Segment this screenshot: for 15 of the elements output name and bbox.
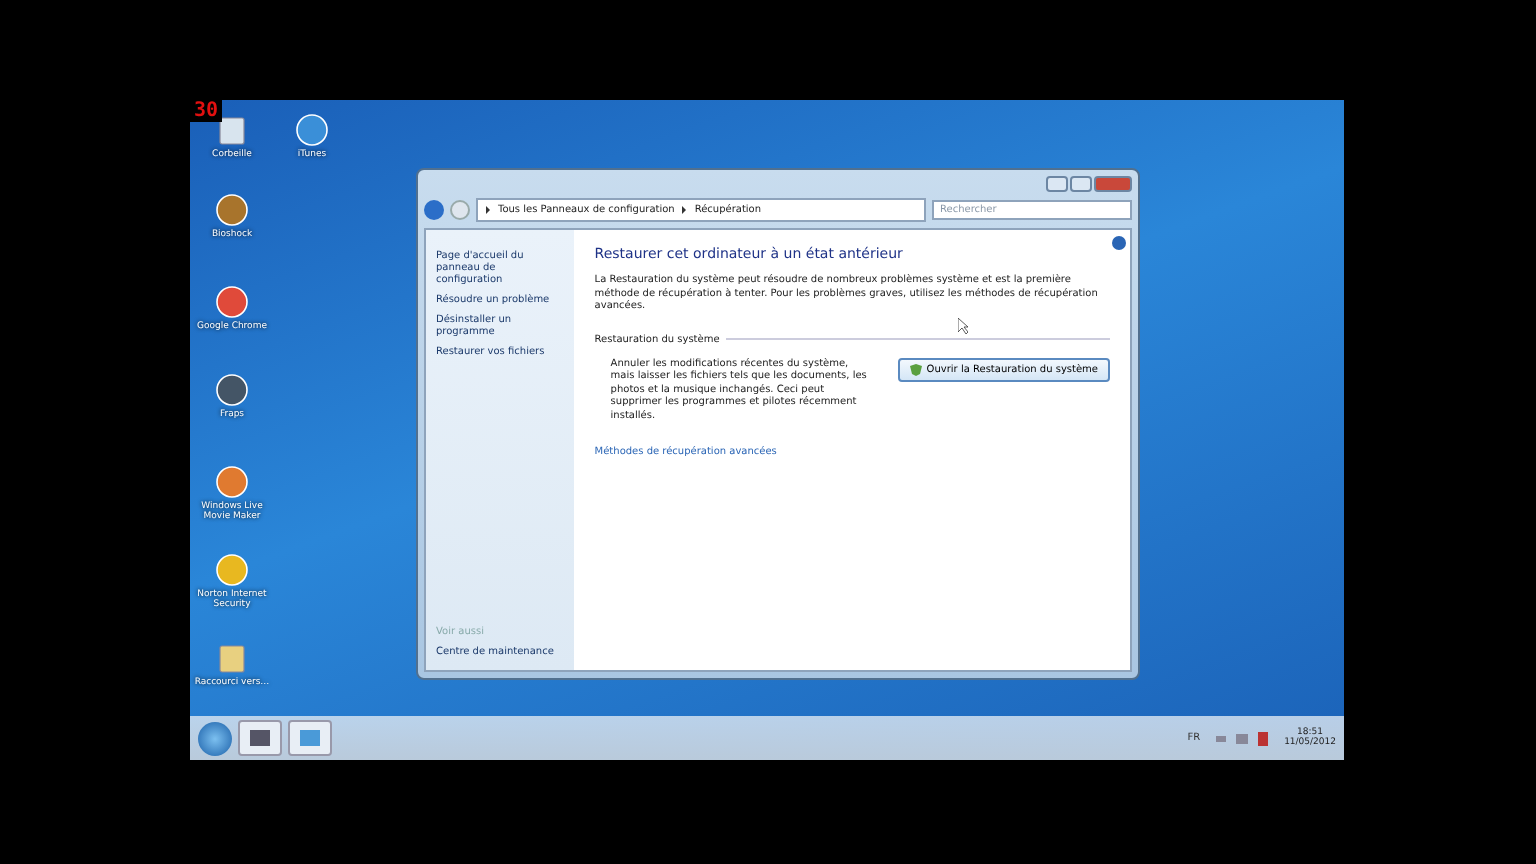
chevron-icon xyxy=(484,206,492,214)
tray-icons-drawing[interactable] xyxy=(1212,731,1273,745)
monitor-icon xyxy=(248,726,272,750)
back-button[interactable] xyxy=(424,200,444,220)
mouse-cursor-icon xyxy=(958,318,969,334)
maximize-button[interactable] xyxy=(1070,175,1092,191)
taskbar-app-button[interactable] xyxy=(288,720,332,756)
minimize-button[interactable] xyxy=(1046,175,1068,191)
close-button[interactable] xyxy=(1094,175,1132,191)
forward-button[interactable] xyxy=(450,200,470,220)
start-button[interactable] xyxy=(198,721,232,755)
window-icon xyxy=(298,726,322,750)
shield-icon xyxy=(910,363,923,375)
taskbar-app-button[interactable] xyxy=(238,720,282,756)
fps-counter: 30 xyxy=(190,100,223,122)
